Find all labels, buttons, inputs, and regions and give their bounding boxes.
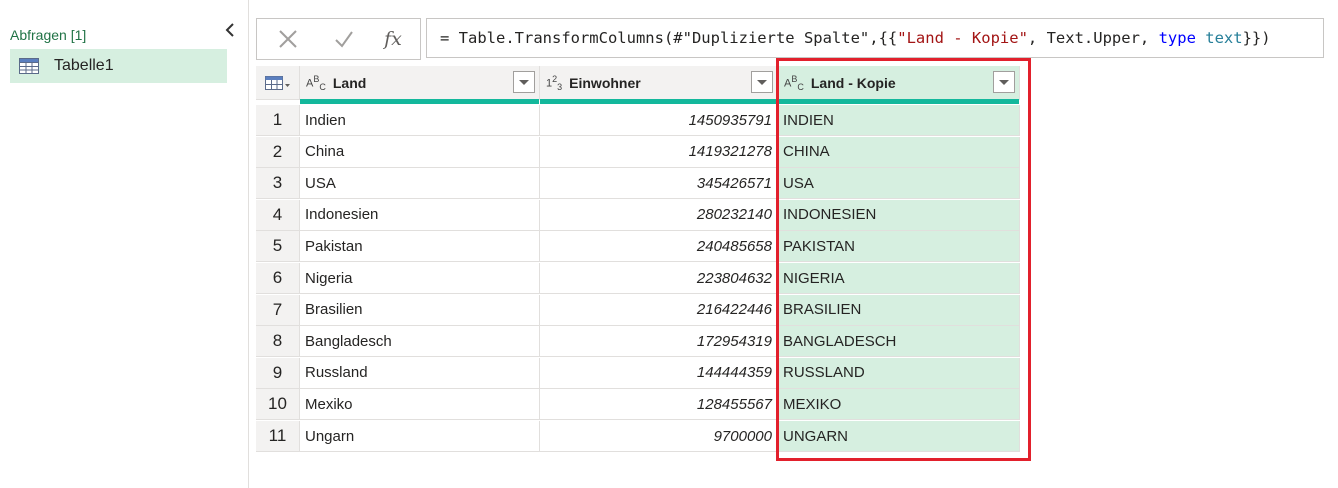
row-number-cell[interactable]: 6: [256, 263, 300, 294]
cell-land-kopie[interactable]: NIGERIA: [778, 263, 1020, 294]
formula-part: [1196, 29, 1205, 47]
cell-land-kopie[interactable]: CHINA: [778, 136, 1020, 168]
column-quality-bar: [300, 99, 539, 104]
chevron-left-icon: [225, 23, 234, 37]
cell-einwohner[interactable]: 172954319: [540, 326, 778, 358]
cell-land[interactable]: Pakistan: [300, 231, 540, 263]
table-menu-icon: [264, 75, 290, 90]
formula-part: }}): [1242, 29, 1271, 47]
formula-keyword: type: [1158, 29, 1196, 47]
cell-einwohner[interactable]: 345426571: [540, 168, 778, 200]
cell-land[interactable]: Bangladesch: [300, 326, 540, 358]
confirm-formula-button[interactable]: [329, 25, 359, 53]
cell-land[interactable]: Mexiko: [300, 389, 540, 421]
formula-string: "Land - Kopie": [897, 29, 1028, 47]
cell-land-kopie[interactable]: UNGARN: [778, 421, 1020, 452]
cell-land-kopie[interactable]: MEXIKO: [778, 389, 1020, 421]
row-number-cell[interactable]: 11: [256, 421, 300, 452]
column-header-land[interactable]: ABC Land: [300, 66, 540, 104]
number-type-icon[interactable]: 123: [546, 74, 562, 92]
cell-land-kopie[interactable]: BRASILIEN: [778, 294, 1020, 326]
column-title: Land: [332, 74, 367, 91]
row-number-cell[interactable]: 1: [256, 105, 300, 136]
column-quality-bar: [778, 99, 1019, 104]
row-number-cell[interactable]: 7: [256, 294, 300, 326]
column-title: Einwohner: [569, 74, 641, 91]
cell-einwohner[interactable]: 144444359: [540, 357, 778, 389]
cell-land[interactable]: Indonesien: [300, 199, 540, 231]
column-header-land-kopie[interactable]: ABC Land - Kopie: [778, 66, 1020, 104]
text-type-icon[interactable]: ABC: [306, 74, 326, 92]
cell-einwohner[interactable]: 9700000: [540, 421, 778, 452]
column-header-einwohner[interactable]: 123 Einwohner: [540, 66, 778, 104]
cell-land[interactable]: Russland: [300, 357, 540, 389]
cell-einwohner[interactable]: 223804632: [540, 263, 778, 294]
cell-land-kopie[interactable]: INDONESIEN: [778, 199, 1020, 231]
cancel-formula-button[interactable]: [273, 25, 303, 53]
row-number-cell[interactable]: 2: [256, 136, 300, 168]
row-number-cell[interactable]: 5: [256, 231, 300, 263]
formula-input[interactable]: = Table.TransformColumns(#"Duplizierte S…: [426, 18, 1324, 58]
formula-controls: fx: [256, 18, 421, 60]
cell-einwohner[interactable]: 216422446: [540, 294, 778, 326]
cell-land[interactable]: Nigeria: [300, 263, 540, 294]
collapse-pane-button[interactable]: [220, 22, 240, 42]
row-number-cell[interactable]: 9: [256, 357, 300, 389]
cell-einwohner[interactable]: 128455567: [540, 389, 778, 421]
filter-dropdown-button[interactable]: [513, 71, 535, 93]
cell-einwohner[interactable]: 240485658: [540, 231, 778, 263]
cell-einwohner[interactable]: 1419321278: [540, 136, 778, 168]
column-quality-bar: [540, 99, 777, 104]
query-item-tabelle1[interactable]: Tabelle1: [10, 49, 227, 83]
queries-pane: Abfragen [1] Tabelle1: [0, 0, 249, 488]
cell-land[interactable]: China: [300, 136, 540, 168]
cell-land-kopie[interactable]: BANGLADESCH: [778, 326, 1020, 358]
cell-land[interactable]: USA: [300, 168, 540, 200]
close-icon: [279, 30, 297, 48]
cell-land[interactable]: Indien: [300, 105, 540, 136]
formula-part: = Table.TransformColumns(#"Duplizierte S…: [440, 29, 898, 47]
row-number-cell[interactable]: 4: [256, 199, 300, 231]
filter-dropdown-button[interactable]: [751, 71, 773, 93]
fx-icon: fx: [384, 28, 402, 50]
cell-einwohner[interactable]: 280232140: [540, 199, 778, 231]
check-icon: [335, 31, 353, 48]
cell-land[interactable]: Brasilien: [300, 294, 540, 326]
table-icon: [19, 58, 39, 74]
formula-part: , Text.Upper,: [1027, 29, 1159, 47]
table-menu-button[interactable]: [256, 66, 300, 100]
row-number-cell[interactable]: 3: [256, 168, 300, 200]
cell-land-kopie[interactable]: USA: [778, 168, 1020, 200]
query-item-label: Tabelle1: [54, 57, 114, 74]
text-type-icon[interactable]: ABC: [784, 74, 804, 92]
cell-land[interactable]: Ungarn: [300, 421, 540, 452]
cell-land-kopie[interactable]: RUSSLAND: [778, 357, 1020, 389]
formula-type: text: [1205, 29, 1243, 47]
cell-einwohner[interactable]: 1450935791: [540, 105, 778, 136]
row-number-cell[interactable]: 8: [256, 326, 300, 358]
filter-dropdown-button[interactable]: [993, 71, 1015, 93]
cell-land-kopie[interactable]: PAKISTAN: [778, 231, 1020, 263]
row-number-cell[interactable]: 10: [256, 389, 300, 421]
insert-function-button[interactable]: fx: [378, 25, 408, 53]
queries-header: Abfragen [1]: [10, 27, 87, 43]
cell-land-kopie[interactable]: INDIEN: [778, 105, 1020, 136]
column-title: Land - Kopie: [810, 74, 896, 91]
